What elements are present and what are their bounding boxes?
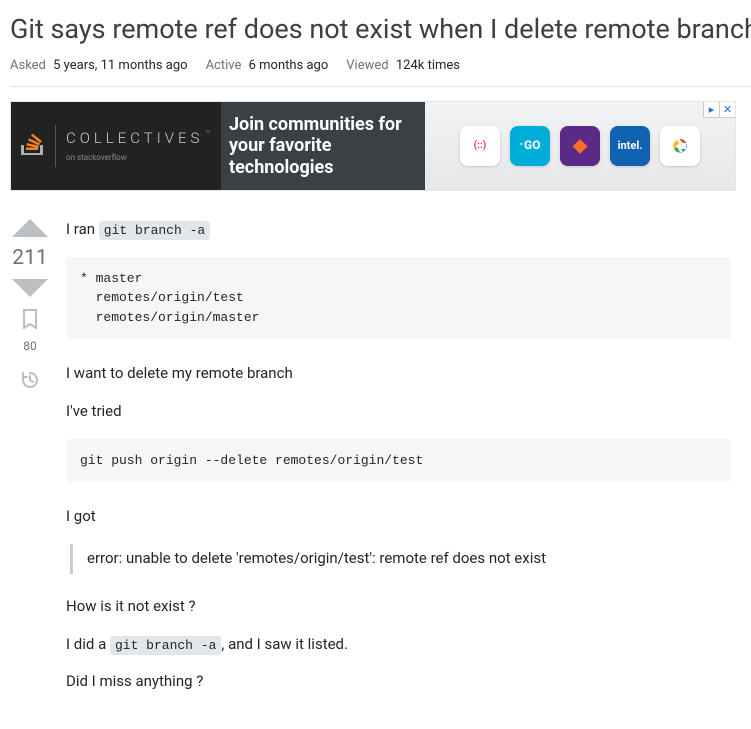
code-block-2: git push origin --delete remotes/origin/…	[66, 439, 731, 483]
bookmark-icon[interactable]	[22, 309, 38, 336]
ad-brand-sub: on stackoverflow	[66, 152, 210, 164]
body-p5: How is it not exist ?	[66, 596, 731, 618]
code-block-1: * master remotes/origin/test remotes/ori…	[66, 257, 731, 340]
stackoverflow-icon	[21, 127, 45, 165]
meta-asked: Asked 5 years, 11 months ago	[10, 57, 188, 76]
ad-tm: ™	[205, 128, 210, 140]
meta-viewed: Viewed 124k times	[346, 57, 460, 76]
body-p4: I got	[66, 506, 731, 528]
ad-brand: COLLECTIVES ™ on stackoverflow	[11, 102, 221, 190]
body-p3: I've tried	[66, 401, 731, 423]
ad-chips: (::) -GO ◆ intel.	[425, 102, 735, 190]
ad-info-icon[interactable]: ▸	[703, 102, 719, 118]
vote-column: 211 80	[10, 219, 50, 709]
inline-code: git branch -a	[110, 636, 221, 655]
question-title[interactable]: Git says remote ref does not exist when …	[10, 10, 751, 49]
upvote-button[interactable]	[12, 219, 48, 237]
chip-golang[interactable]: -GO	[510, 126, 550, 166]
ad-headline-area: Join communities for your favorite techn…	[221, 102, 425, 190]
history-icon[interactable]	[20, 370, 40, 397]
inline-code: git branch -a	[99, 221, 210, 240]
question-body: I ran git branch -a * master remotes/ori…	[66, 219, 751, 709]
ad-close-icon[interactable]: ✕	[719, 102, 735, 118]
downvote-button[interactable]	[12, 279, 48, 297]
body-p6: I did a git branch -a, and I saw it list…	[66, 634, 731, 656]
meta-active[interactable]: Active 6 months ago	[206, 57, 329, 76]
chip-gitlab[interactable]: ◆	[560, 126, 600, 166]
question-meta: Asked 5 years, 11 months ago Active 6 mo…	[10, 57, 751, 87]
ad-brand-name: COLLECTIVES	[66, 128, 203, 150]
chip-twilio[interactable]: (::)	[460, 126, 500, 166]
body-p2: I want to delete my remote branch	[66, 363, 731, 385]
ad-headline: Join communities for your favorite techn…	[221, 114, 425, 179]
body-p1: I ran git branch -a	[66, 219, 731, 241]
bookmark-count: 80	[23, 338, 37, 355]
body-p7: Did I miss anything ?	[66, 671, 731, 693]
chip-intel[interactable]: intel.	[610, 126, 650, 166]
chip-gcloud[interactable]	[660, 126, 700, 166]
vote-score: 211	[12, 243, 47, 273]
ad-banner[interactable]: COLLECTIVES ™ on stackoverflow Join comm…	[10, 101, 736, 191]
error-quote: error: unable to delete 'remotes/origin/…	[70, 544, 731, 574]
